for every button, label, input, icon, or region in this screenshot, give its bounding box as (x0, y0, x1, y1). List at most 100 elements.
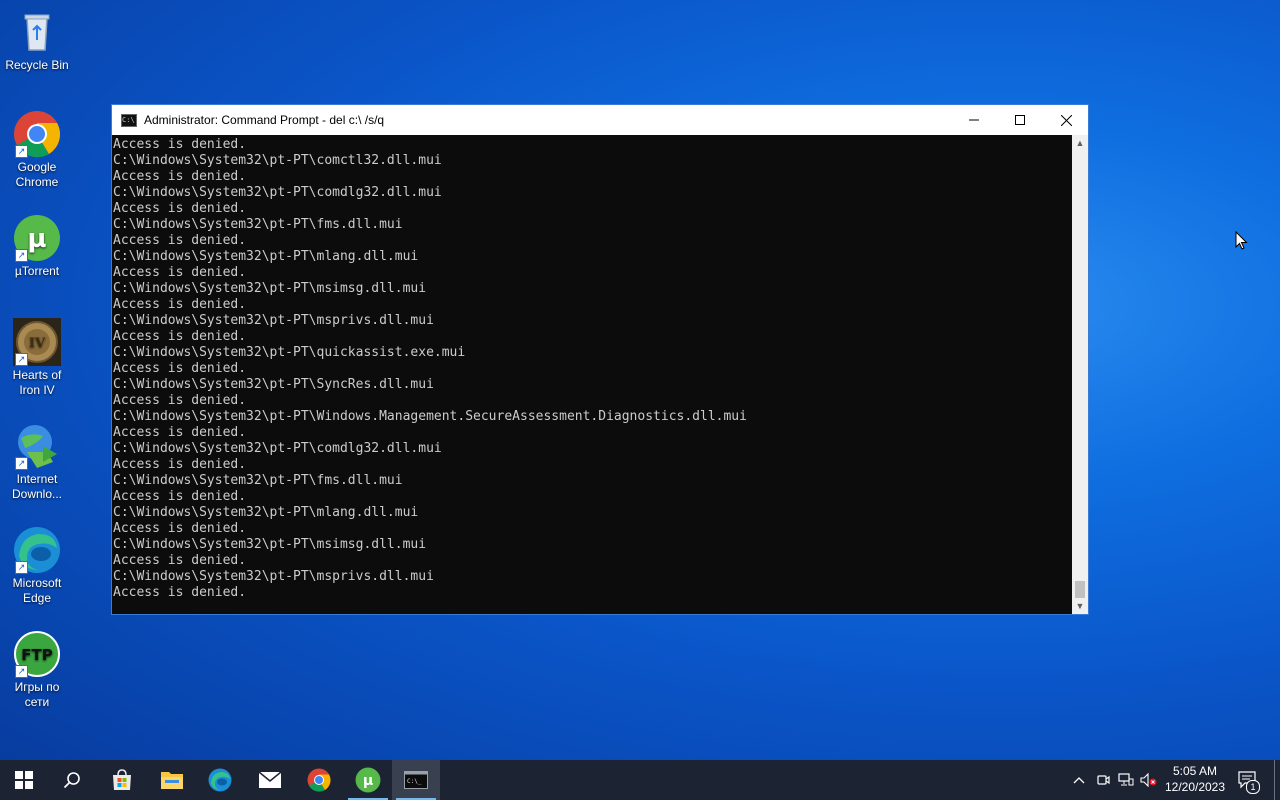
utorrent-icon: µ ↗ (13, 214, 61, 262)
taskbar-chrome[interactable] (295, 760, 343, 800)
command-prompt-window[interactable]: C:\ Administrator: Command Prompt - del … (111, 104, 1089, 615)
console-line: Access is denied. (113, 329, 247, 344)
clock-date: 12/20/2023 (1164, 780, 1226, 794)
svg-text:IV: IV (29, 336, 46, 351)
console-line: C:\Windows\System32\pt-PT\SyncRes.dll.mu… (113, 377, 434, 392)
console-line: Access is denied. (113, 265, 247, 280)
close-button[interactable] (1043, 105, 1089, 135)
console-line: C:\Windows\System32\pt-PT\msimsg.dll.mui (113, 537, 427, 552)
minimize-button[interactable] (951, 105, 997, 135)
console-line: C:\Windows\System32\pt-PT\fms.dll.mui (113, 217, 403, 232)
microsoft-store-icon (113, 769, 131, 790)
vertical-scrollbar[interactable]: ▲ ▼ (1072, 135, 1088, 614)
console-line: C:\Windows\System32\pt-PT\fms.dll.mui (113, 473, 403, 488)
console-line: Access is denied. (113, 521, 247, 536)
svg-text:C:\_: C:\_ (407, 778, 422, 785)
desktop-icon-google-chrome[interactable]: ↗ Google Chrome (4, 110, 70, 190)
window-titlebar[interactable]: C:\ Administrator: Command Prompt - del … (112, 105, 1088, 135)
maximize-icon (1015, 115, 1025, 125)
chrome-icon: ↗ (13, 110, 61, 158)
desktop-icon-microsoft-edge[interactable]: ↗ Microsoft Edge (4, 526, 70, 606)
desktop-icon-label: µTorrent (14, 264, 60, 278)
search-button[interactable] (48, 760, 96, 800)
chrome-icon (307, 768, 331, 792)
start-button[interactable] (0, 760, 48, 800)
taskbar-utorrent[interactable]: µ (344, 760, 392, 800)
svg-text:µ: µ (363, 773, 373, 789)
desktop-icon-label: Internet Downlo... (11, 472, 63, 501)
console-line: C:\Windows\System32\pt-PT\msprivs.dll.mu… (113, 569, 434, 584)
mail-icon (258, 771, 282, 788)
clock-time: 5:05 AM (1172, 764, 1218, 778)
edge-icon (208, 768, 232, 792)
file-explorer-icon (161, 772, 183, 789)
hearts-of-iron-icon: IV ↗ (13, 318, 61, 366)
desktop-icon-label: Google Chrome (15, 160, 59, 189)
volume-button[interactable] (1138, 760, 1160, 800)
console-line: Access is denied. (113, 137, 247, 152)
notifications-count-badge: 1 (1246, 780, 1260, 794)
shortcut-arrow-icon: ↗ (15, 249, 28, 262)
desktop-icon-internet-download-manager[interactable]: ↗ Internet Downlo... (4, 422, 70, 502)
desktop-icon-hearts-of-iron[interactable]: IV ↗ Hearts of Iron IV (4, 318, 70, 398)
recycle-bin-icon (13, 8, 61, 56)
shortcut-arrow-icon: ↗ (15, 353, 28, 366)
console-line: Access is denied. (113, 425, 247, 440)
console-output[interactable]: Access is denied. C:\Windows\System32\pt-… (112, 135, 1072, 614)
desktop-icon-ftp[interactable]: FTP ↗ Игры по сети (4, 630, 70, 710)
console-line: C:\Windows\System32\pt-PT\mlang.dll.mui (113, 249, 419, 264)
scrollbar-thumb[interactable] (1075, 581, 1085, 598)
cmd-icon: C:\ (121, 113, 137, 127)
console-line: Access is denied. (113, 361, 247, 376)
svg-text:µ: µ (27, 224, 46, 254)
shortcut-arrow-icon: ↗ (15, 665, 28, 678)
clock[interactable]: 5:05 AM 12/20/2023 (1160, 763, 1230, 795)
chevron-up-icon (1073, 777, 1085, 784)
console-line: C:\Windows\System32\pt-PT\comdlg32.dll.m… (113, 185, 442, 200)
taskbar-microsoft-store[interactable] (98, 760, 146, 800)
window-title: Administrator: Command Prompt - del c:\ … (144, 113, 385, 127)
search-icon (63, 772, 80, 789)
console-line: Access is denied. (113, 553, 247, 568)
console-line: Access is denied. (113, 489, 247, 504)
network-button[interactable] (1115, 760, 1137, 800)
taskbar-file-explorer[interactable] (148, 760, 196, 800)
internet-download-manager-icon: ↗ (13, 422, 61, 470)
console-line: Access is denied. (113, 457, 247, 472)
console-line: C:\Windows\System32\pt-PT\quickassist.ex… (113, 345, 466, 360)
scroll-down-arrow-icon[interactable]: ▼ (1072, 598, 1088, 614)
console-line: Access is denied. (113, 201, 247, 216)
svg-text:FTP: FTP (21, 646, 52, 664)
console-line: C:\Windows\System32\pt-PT\mlang.dll.mui (113, 505, 419, 520)
console-line: C:\Windows\System32\pt-PT\msprivs.dll.mu… (113, 313, 434, 328)
meet-now-button[interactable] (1092, 760, 1114, 800)
show-desktop-button[interactable] (1274, 760, 1275, 800)
edge-icon: ↗ (13, 526, 61, 574)
desktop-icon-recycle-bin[interactable]: Recycle Bin (4, 8, 70, 73)
console-line: Access is denied. (113, 169, 247, 184)
start-icon (15, 771, 33, 789)
console-line: Access is denied. (113, 297, 247, 312)
taskbar: µ C:\_ 5:05 AM 12/20/2023 1 (0, 760, 1280, 800)
command-prompt-icon: C:\_ (404, 771, 428, 789)
console-line: C:\Windows\System32\pt-PT\comdlg32.dll.m… (113, 441, 442, 456)
taskbar-mail[interactable] (246, 760, 294, 800)
desktop-icon-utorrent[interactable]: µ ↗ µTorrent (4, 214, 70, 279)
close-icon (1060, 114, 1072, 126)
network-icon (1118, 773, 1134, 786)
console-line: C:\Windows\System32\pt-PT\Windows.Manage… (113, 409, 747, 424)
ftp-icon: FTP ↗ (13, 630, 61, 678)
action-center-button[interactable]: 1 (1234, 760, 1262, 800)
maximize-button[interactable] (997, 105, 1043, 135)
utorrent-icon: µ (355, 767, 381, 793)
console-line: C:\Windows\System32\pt-PT\comctl32.dll.m… (113, 153, 442, 168)
taskbar-command-prompt[interactable]: C:\_ (392, 760, 440, 800)
shortcut-arrow-icon: ↗ (15, 145, 28, 158)
console-line: Access is denied. (113, 393, 247, 408)
show-hidden-icons-button[interactable] (1068, 760, 1090, 800)
volume-muted-icon (1140, 773, 1157, 787)
taskbar-edge[interactable] (196, 760, 244, 800)
desktop-icon-label: Игры по сети (14, 680, 60, 709)
scroll-up-arrow-icon[interactable]: ▲ (1072, 135, 1088, 151)
console-text: Access is denied. C:\Windows\System32\pt-… (112, 135, 1072, 601)
